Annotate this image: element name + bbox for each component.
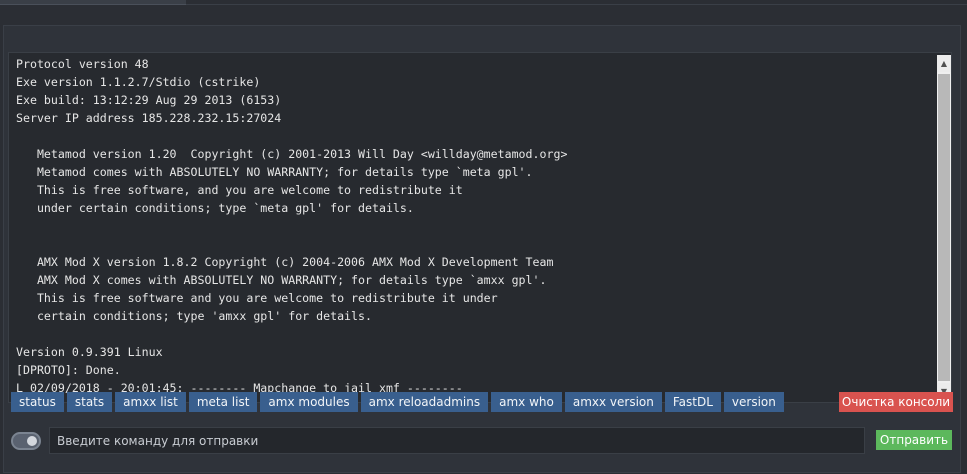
command-mode-toggle[interactable] — [11, 432, 41, 450]
toggle-knob — [27, 436, 37, 446]
console-scrollbar[interactable]: ▲ ▼ — [937, 55, 951, 400]
console-output: Protocol version 48 Exe version 1.1.2.7/… — [8, 52, 952, 403]
amx-reloadadmins-command-button[interactable]: amx reloadadmins — [360, 392, 489, 412]
quick-command-buttons: status stats amxx list meta list amx mod… — [11, 392, 784, 412]
meta-list-command-button[interactable]: meta list — [188, 392, 258, 412]
stats-command-button[interactable]: stats — [66, 392, 113, 412]
triangle-up-icon[interactable]: ▲ — [937, 55, 951, 72]
amxx-list-command-button[interactable]: amxx list — [115, 392, 186, 412]
fastdl-command-button[interactable]: FastDL — [664, 392, 721, 412]
version-command-button[interactable]: version — [723, 392, 784, 412]
console-text: Protocol version 48 Exe version 1.1.2.7/… — [16, 57, 568, 395]
tab-divider — [186, 4, 967, 5]
amx-modules-command-button[interactable]: amx modules — [260, 392, 358, 412]
amx-who-command-button[interactable]: amx who — [491, 392, 562, 412]
scrollbar-thumb[interactable] — [938, 74, 950, 381]
status-command-button[interactable]: status — [11, 392, 64, 412]
app: Protocol version 48 Exe version 1.1.2.7/… — [0, 0, 967, 474]
clear-console-button[interactable]: Очистка консоли — [839, 392, 953, 412]
command-input[interactable] — [49, 427, 865, 454]
send-command-button[interactable]: Отправить — [876, 430, 952, 450]
active-tab-indicator[interactable] — [0, 0, 186, 5]
amxx-version-command-button[interactable]: amxx version — [564, 392, 662, 412]
